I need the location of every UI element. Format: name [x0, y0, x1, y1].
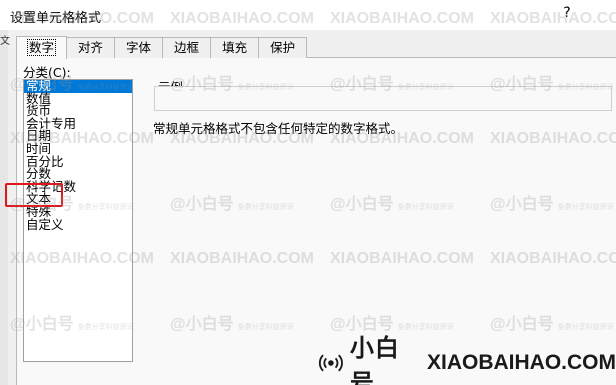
- tab-label: 边框: [174, 40, 200, 55]
- category-item-custom[interactable]: 自定义: [24, 218, 132, 232]
- tab-font[interactable]: 字体: [114, 37, 164, 58]
- dialog-title: 设置单元格格式: [10, 11, 102, 26]
- category-list[interactable]: 常规 数值 货币 会计专用 日期 时间 百分比 分数 科学记数 文本 特殊 自定…: [23, 79, 133, 362]
- text-category-highlight: [5, 183, 63, 207]
- help-button[interactable]: ?: [558, 5, 576, 21]
- tab-strip: 数字 对齐 字体 边框 填充 保护: [16, 36, 308, 59]
- brand-watermark: 小白号 XIAOBAIHAO.COM: [318, 334, 616, 385]
- tab-label: 字体: [126, 40, 152, 55]
- tab-alignment[interactable]: 对齐: [66, 37, 116, 58]
- format-description: 常规单元格格式不包含任何特定的数字格式。: [153, 121, 404, 136]
- tab-label: 填充: [222, 40, 248, 55]
- brand-name-en: XIAOBAIHAO.COM: [427, 351, 616, 374]
- background-window-edge: 文: [0, 30, 10, 385]
- background-window-text: 文: [0, 36, 10, 47]
- tab-label: 保护: [270, 40, 296, 55]
- sample-preview: [154, 86, 612, 111]
- tab-label: 数字: [26, 39, 57, 56]
- tab-number[interactable]: 数字: [16, 36, 68, 59]
- tab-protection[interactable]: 保护: [258, 37, 308, 58]
- tab-label: 对齐: [78, 40, 104, 55]
- broadcast-icon: [318, 354, 343, 372]
- tab-fill[interactable]: 填充: [210, 37, 260, 58]
- title-bar: 设置单元格格式 ?: [0, 0, 616, 30]
- tab-border[interactable]: 边框: [162, 37, 212, 58]
- brand-name-cn: 小白号: [349, 334, 400, 385]
